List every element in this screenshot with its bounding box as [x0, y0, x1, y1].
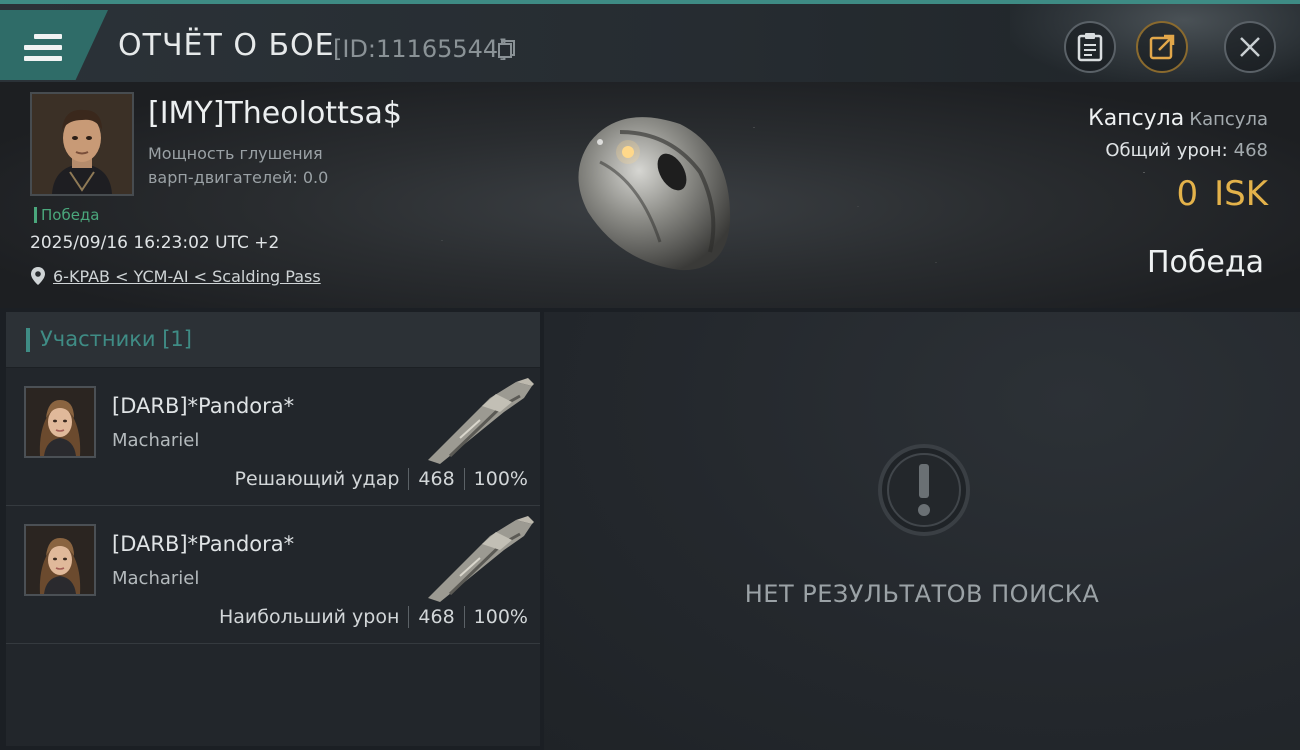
isk-value: 0 ISK [1176, 174, 1268, 214]
machariel-ship-icon [428, 378, 534, 464]
divider [408, 606, 410, 628]
share-external-icon [1149, 34, 1175, 60]
warp-scramble-value: варп-двигателей: 0.0 [148, 168, 329, 187]
share-button[interactable] [1136, 21, 1188, 73]
empty-state-text: НЕТ РЕЗУЛЬТАТОВ ПОИСКА [744, 580, 1100, 608]
isk-unit: ISK [1214, 174, 1268, 214]
isk-amount: 0 [1176, 174, 1199, 214]
exclamation-circle-icon [878, 444, 970, 536]
ship-class: Капсула [1088, 106, 1185, 131]
victory-tag: Победа [34, 207, 100, 223]
participant-role: Наибольший урон [218, 606, 400, 628]
female-portrait-icon [26, 526, 94, 594]
participant-avatar[interactable] [24, 386, 96, 458]
participant-stats: Решающий удар 468 100% [235, 468, 528, 490]
victim-ship-info: Капсула Капсула [1088, 106, 1268, 131]
total-damage-label: Общий урон: [1105, 140, 1228, 161]
participants-panel: Участники [1] [DARB]*Pandora* Machariel [6, 312, 540, 746]
victim-panel: [IMY]Theolottsa$ Мощность глушения варп-… [0, 82, 1300, 308]
ship-name: Капсула [1189, 109, 1268, 130]
participant-ship: Machariel [112, 568, 200, 589]
details-panel: НЕТ РЕЗУЛЬТАТОВ ПОИСКА [544, 312, 1300, 750]
participant-name[interactable]: [DARB]*Pandora* [112, 394, 294, 418]
divider [463, 468, 465, 490]
victim-name[interactable]: [IMY]Theolottsa$ [148, 96, 402, 131]
divider [463, 606, 465, 628]
warp-scramble-label: Мощность глушения [148, 144, 323, 163]
participant-row[interactable]: [DARB]*Pandora* Machariel Решающий удар … [6, 368, 540, 506]
male-portrait-icon [32, 94, 132, 194]
menu-button[interactable] [0, 10, 108, 80]
participant-percent: 100% [473, 468, 528, 490]
total-damage-value: 468 [1233, 140, 1268, 161]
hamburger-menu-icon[interactable] [24, 34, 62, 62]
participant-damage: 468 [418, 468, 455, 490]
machariel-ship-icon [428, 516, 534, 602]
close-button[interactable] [1224, 21, 1276, 73]
victim-avatar[interactable] [30, 92, 134, 196]
clipboard-icon [1077, 33, 1103, 62]
participants-title: Участники [1] [40, 327, 192, 351]
participant-stats: Наибольший урон 468 100% [219, 606, 528, 628]
participant-avatar[interactable] [24, 524, 96, 596]
report-id: [ID:11165544] [333, 35, 508, 63]
total-damage: Общий урон: 468 [1105, 140, 1268, 161]
participant-damage: 468 [418, 606, 455, 628]
battle-timestamp: 2025/09/16 16:23:02 UTC +2 [30, 233, 280, 253]
capsule-ship-image [578, 117, 731, 271]
divider [408, 468, 410, 490]
page-title: ОТЧЁТ О БОЕ [118, 28, 335, 63]
participant-role: Решающий удар [234, 468, 400, 490]
close-icon [1240, 37, 1260, 57]
header-accent-bar [26, 328, 30, 352]
top-bar: ОТЧЁТ О БОЕ [ID:11165544] [0, 0, 1300, 86]
participants-header: Участники [1] [6, 312, 540, 368]
female-portrait-icon [26, 388, 94, 456]
clipboard-button[interactable] [1064, 21, 1116, 73]
location-link[interactable]: 6-KPAB < YCM-AI < Scalding Pass [53, 267, 321, 286]
copy-icon[interactable] [497, 39, 517, 59]
participant-ship: Machariel [112, 430, 200, 451]
participant-percent: 100% [473, 606, 528, 628]
battle-result: Победа [1147, 245, 1264, 280]
participant-row[interactable]: [DARB]*Pandora* Machariel Наибольший уро… [6, 506, 540, 644]
participant-name[interactable]: [DARB]*Pandora* [112, 532, 294, 556]
location-pin-icon [31, 267, 45, 285]
